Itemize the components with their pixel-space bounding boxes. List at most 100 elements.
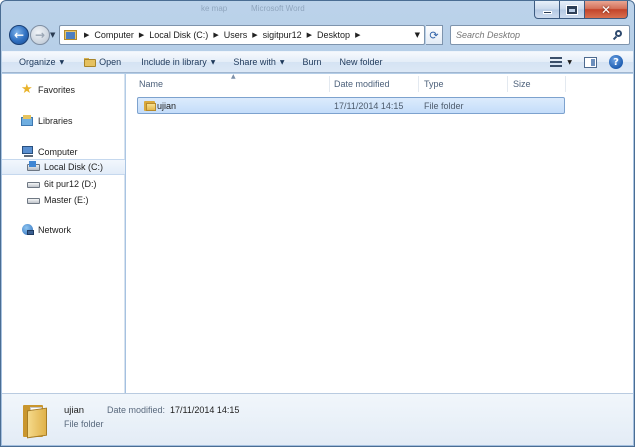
breadcrumb-separator[interactable]: ▶ — [355, 31, 360, 39]
preview-pane-icon[interactable] — [584, 56, 597, 68]
system-drive-icon — [27, 161, 40, 173]
nav-drive-d[interactable]: 6it pur12 (D:) — [2, 176, 125, 192]
nav-favorites-label: Favorites — [38, 85, 76, 95]
nav-computer-label: Computer — [38, 147, 78, 157]
search-box[interactable] — [450, 25, 630, 45]
minimize-button[interactable] — [534, 1, 560, 19]
nav-libraries[interactable]: Libraries — [2, 113, 125, 129]
explorer-window: ke map Microsoft Word ✕ ← → ▼ ▶ Computer… — [0, 0, 635, 447]
nav-drive-e-label: Master (E:) — [44, 195, 89, 205]
file-row-selected[interactable]: ujian 17/11/2014 14:15 File folder — [137, 97, 565, 114]
column-divider[interactable] — [565, 76, 566, 92]
nav-network-label: Network — [38, 225, 72, 235]
window-controls: ✕ — [534, 1, 628, 19]
search-icon[interactable] — [612, 30, 623, 41]
navigation-pane: ★ Favorites Libraries Computer Local Dis… — [2, 74, 125, 393]
nav-local-disk[interactable]: Local Disk (C:) — [2, 159, 125, 175]
breadcrumb-users[interactable]: Users — [224, 30, 248, 40]
file-type: File folder — [424, 101, 464, 111]
close-icon: ✕ — [600, 2, 612, 17]
libraries-icon — [21, 115, 34, 127]
nav-libraries-label: Libraries — [38, 116, 73, 126]
organize-label: Organize — [19, 57, 56, 67]
column-header-date-modified[interactable]: Date modified — [334, 74, 390, 94]
search-input[interactable] — [456, 30, 606, 40]
file-name: ujian — [157, 101, 177, 111]
burn-button[interactable]: Burn — [296, 52, 329, 72]
column-header-size[interactable]: Size — [513, 74, 531, 94]
address-history-dropdown[interactable]: ▼ — [415, 31, 420, 39]
desktop-folder-icon — [63, 29, 79, 41]
breadcrumb-user-folder[interactable]: sigitpur12 — [263, 30, 302, 40]
nav-local-disk-label: Local Disk (C:) — [44, 162, 104, 172]
file-date-modified: 17/11/2014 14:15 — [334, 101, 404, 111]
recent-pages-dropdown[interactable]: ▼ — [50, 31, 55, 39]
breadcrumb-computer[interactable]: Computer — [94, 30, 134, 40]
new-folder-label: New folder — [339, 57, 383, 67]
breadcrumb-local-disk[interactable]: Local Disk (C:) — [149, 30, 208, 40]
organize-button[interactable]: Organize ▼ — [12, 52, 71, 72]
forward-arrow-icon: → — [34, 28, 46, 42]
hard-drive-icon — [27, 194, 40, 206]
column-header-name[interactable]: Name — [139, 74, 163, 94]
breadcrumb-separator[interactable]: ▶ — [213, 31, 218, 39]
folder-icon — [144, 100, 156, 111]
forward-button[interactable]: → — [30, 25, 50, 45]
nav-computer[interactable]: Computer — [2, 144, 125, 160]
maximize-button[interactable] — [560, 1, 585, 19]
include-in-library-button[interactable]: Include in library ▼ — [134, 52, 222, 72]
back-button[interactable]: ← — [9, 25, 29, 45]
network-icon — [21, 224, 34, 236]
view-controls: ▼ ? — [542, 52, 633, 72]
background-window-app: Microsoft Word — [251, 4, 305, 13]
address-bar[interactable]: ▶ Computer ▶ Local Disk (C:) ▶ Users ▶ s… — [59, 25, 425, 45]
details-name: ujian — [64, 405, 85, 416]
column-header-type[interactable]: Type — [424, 74, 444, 94]
folder-large-icon — [21, 405, 47, 439]
details-date-label: Date modified: — [107, 405, 166, 415]
open-label: Open — [99, 57, 122, 67]
chevron-down-icon: ▼ — [210, 58, 216, 66]
breadcrumb-separator[interactable]: ▶ — [307, 31, 312, 39]
share-with-button[interactable]: Share with ▼ — [226, 52, 291, 72]
burn-label: Burn — [302, 57, 322, 67]
refresh-button[interactable]: ⟳ — [426, 25, 443, 45]
command-bar: Organize ▼ Open Include in library ▼ Share… — [2, 51, 633, 73]
sort-ascending-icon: ▲ — [231, 73, 236, 80]
nav-network[interactable]: Network — [2, 222, 125, 238]
breadcrumb-separator[interactable]: ▶ — [84, 31, 89, 39]
change-view-icon[interactable] — [550, 57, 563, 67]
breadcrumb-separator[interactable]: ▶ — [139, 31, 144, 39]
include-in-library-label: Include in library — [141, 57, 207, 67]
nav-favorites[interactable]: ★ Favorites — [2, 82, 125, 98]
column-divider[interactable] — [329, 76, 330, 92]
new-folder-button[interactable]: New folder — [333, 52, 390, 72]
column-divider[interactable] — [418, 76, 419, 92]
breadcrumb-desktop[interactable]: Desktop — [317, 30, 350, 40]
nav-drive-d-label: 6it pur12 (D:) — [44, 179, 97, 189]
help-icon[interactable]: ? — [609, 55, 623, 69]
column-type-label: Type — [424, 79, 444, 89]
nav-drive-e[interactable]: Master (E:) — [2, 192, 125, 208]
open-button[interactable]: Open — [77, 52, 128, 72]
hard-drive-icon — [27, 178, 40, 190]
maximize-icon — [567, 5, 577, 14]
details-pane: ujian Date modified: 17/11/2014 14:15 Fi… — [2, 393, 633, 445]
refresh-icon: ⟳ — [429, 28, 439, 42]
share-with-label: Share with — [233, 57, 276, 67]
column-name-label: Name — [139, 79, 164, 89]
chevron-down-icon: ▼ — [279, 58, 285, 66]
column-date-modified-label: Date modified — [334, 79, 390, 89]
file-list: Name ▲ Date modified Type Size ujian 17/… — [126, 73, 633, 393]
back-arrow-icon: ← — [13, 28, 25, 42]
close-button[interactable]: ✕ — [585, 1, 628, 19]
details-type: File folder — [64, 419, 104, 429]
details-date-value: 17/11/2014 14:15 — [170, 405, 240, 415]
background-window-title: ke map — [201, 4, 228, 13]
open-folder-icon — [84, 57, 97, 67]
minimize-icon — [542, 11, 552, 14]
breadcrumb-separator[interactable]: ▶ — [252, 31, 257, 39]
chevron-down-icon: ▼ — [59, 58, 65, 66]
column-divider[interactable] — [507, 76, 508, 92]
view-options-dropdown[interactable]: ▼ — [567, 59, 572, 66]
